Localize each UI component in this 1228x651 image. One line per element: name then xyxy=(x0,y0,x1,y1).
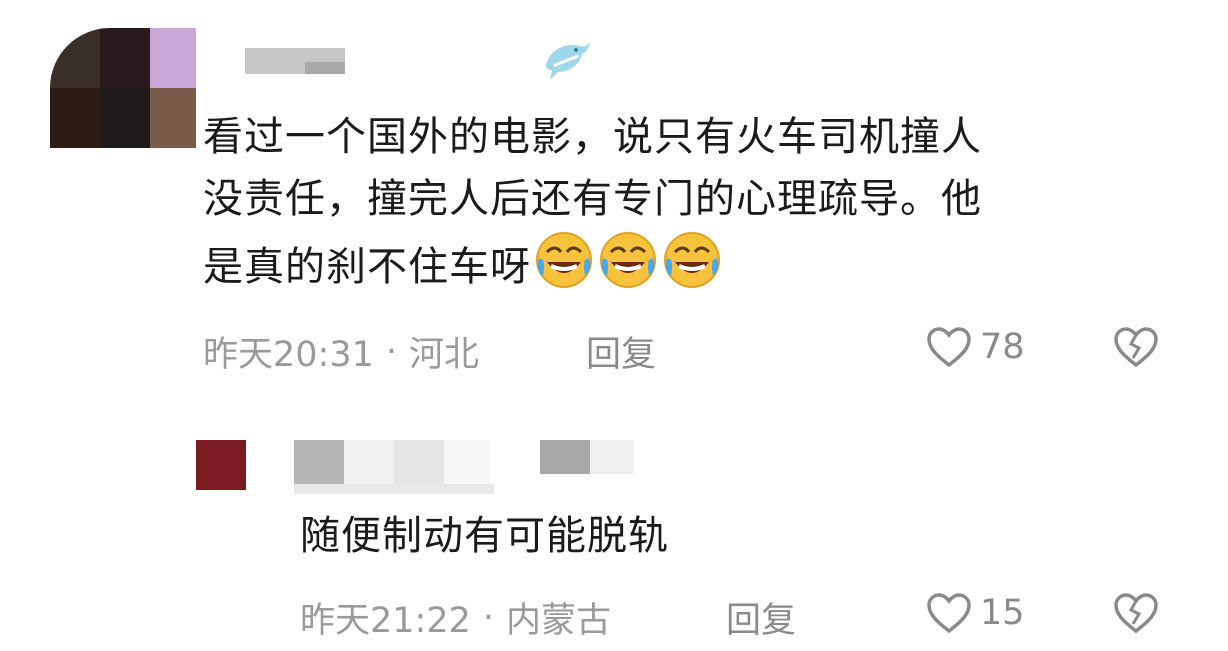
rolling-on-floor-laughing-emoji xyxy=(597,230,659,308)
separator-dot: · xyxy=(482,597,495,638)
location: 河北 xyxy=(409,335,480,375)
like-button[interactable]: 78 xyxy=(926,326,1025,368)
location: 内蒙古 xyxy=(506,601,612,641)
reply-button[interactable]: 回复 xyxy=(726,592,796,643)
heart-icon xyxy=(927,327,971,368)
timestamp: 昨天21:22 xyxy=(300,601,471,641)
avatar[interactable] xyxy=(196,440,246,490)
separator-dot: · xyxy=(385,331,398,372)
broken-heart-icon xyxy=(1114,327,1158,368)
comment-meta: 昨天20:31 · 河北 xyxy=(203,326,479,377)
avatar[interactable] xyxy=(50,28,196,148)
comment-line: 看过一个国外的电影，说只有火车司机撞人 xyxy=(203,114,982,160)
heart-icon xyxy=(927,593,971,634)
dislike-button[interactable] xyxy=(1113,592,1159,638)
like-count: 78 xyxy=(980,327,1025,367)
dolphin-icon xyxy=(540,36,592,82)
dislike-button[interactable] xyxy=(1113,326,1159,372)
broken-heart-icon xyxy=(1114,593,1158,634)
comment-text: 看过一个国外的电影，说只有火车司机撞人 没责任，撞完人后还有专门的心理疏导。他 … xyxy=(203,106,982,308)
comment-text: 随便制动有可能脱轨 xyxy=(300,513,669,559)
comment-line: 没责任，撞完人后还有专门的心理疏导。他 xyxy=(203,176,982,222)
username[interactable] xyxy=(294,440,640,496)
rolling-on-floor-laughing-emoji xyxy=(661,230,723,308)
reply-button[interactable]: 回复 xyxy=(586,326,656,377)
rolling-on-floor-laughing-emoji xyxy=(533,230,595,308)
like-button[interactable]: 15 xyxy=(926,592,1025,634)
comment-line: 是真的刹不住车呀 xyxy=(203,230,982,308)
username[interactable] xyxy=(245,48,345,78)
comment-line-text: 是真的刹不住车呀 xyxy=(203,244,531,290)
like-count: 15 xyxy=(980,593,1025,633)
timestamp: 昨天20:31 xyxy=(203,335,374,375)
comment-meta: 昨天21:22 · 内蒙古 xyxy=(300,592,611,643)
